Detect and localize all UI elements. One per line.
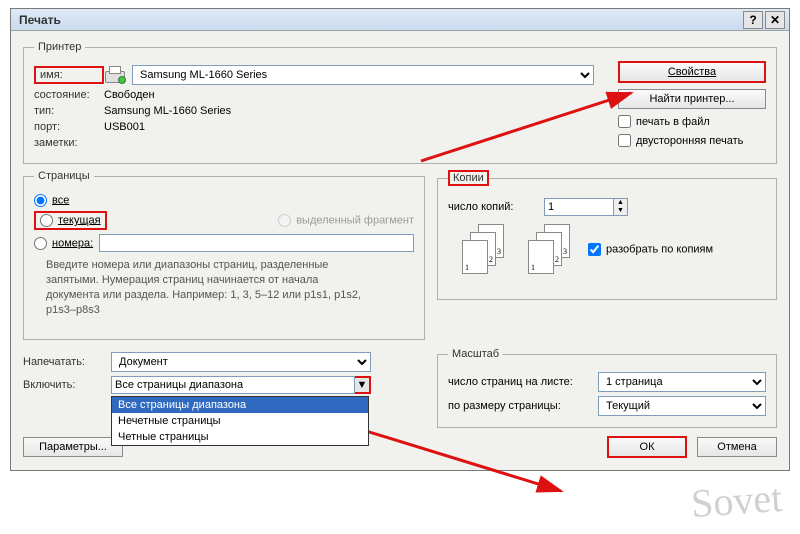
radio-selection: выделенный фрагмент <box>278 214 414 227</box>
duplex-checkbox[interactable]: двусторонняя печать <box>618 134 766 147</box>
printer-port-label: порт: <box>34 121 104 133</box>
pages-hint: Введите номера или диапазоны страниц, ра… <box>46 258 366 317</box>
include-option[interactable]: Все страницы диапазона <box>112 397 368 413</box>
radio-numbers[interactable]: номера: <box>34 237 93 250</box>
dialog-title: Печать <box>19 13 741 27</box>
include-select[interactable] <box>111 376 355 394</box>
close-button[interactable]: ✕ <box>765 11 785 29</box>
fit-to-page-select[interactable]: Текущий <box>598 396 766 416</box>
properties-button[interactable]: Свойства <box>618 61 766 83</box>
printer-name-label: имя: <box>34 66 104 84</box>
printer-type-label: тип: <box>34 105 104 117</box>
pages-per-sheet-label: число страниц на листе: <box>448 376 598 388</box>
print-dialog: Печать ? ✕ Принтер имя: Samsung ML-1660 … <box>10 8 790 471</box>
watermark: Sovet <box>689 474 783 527</box>
collate-preview-icon: 3 2 1 <box>456 224 506 274</box>
page-numbers-input[interactable] <box>99 234 414 252</box>
include-label: Включить: <box>23 379 111 391</box>
printer-name-select[interactable]: Samsung ML-1660 Series <box>132 65 594 85</box>
printer-type-value: Samsung ML-1660 Series <box>104 105 231 117</box>
cancel-button[interactable]: Отмена <box>697 437 777 457</box>
copies-group: Копии число копий: ▲▼ 3 2 1 3 <box>437 170 777 300</box>
include-option[interactable]: Четные страницы <box>112 429 368 445</box>
ok-button[interactable]: ОК <box>607 436 687 458</box>
copies-count-label: число копий: <box>448 201 544 213</box>
dropdown-arrow-icon[interactable]: ▼ <box>355 376 371 394</box>
find-printer-button[interactable]: Найти принтер... <box>618 89 766 109</box>
printer-port-value: USB001 <box>104 121 145 133</box>
scale-group: Масштаб число страниц на листе: 1 страни… <box>437 348 777 428</box>
printer-state-label: состояние: <box>34 89 104 101</box>
include-dropdown-list[interactable]: Все страницы диапазона Нечетные страницы… <box>111 396 369 446</box>
title-bar: Печать ? ✕ <box>11 9 789 31</box>
printer-group: Принтер имя: Samsung ML-1660 Series сост… <box>23 41 777 164</box>
radio-current[interactable]: текущая <box>34 211 107 230</box>
copies-count-input[interactable] <box>544 198 614 216</box>
print-to-file-checkbox[interactable]: печать в файл <box>618 115 766 128</box>
pages-group: Страницы все текущая выделенный фрагмент… <box>23 170 425 340</box>
help-button[interactable]: ? <box>743 11 763 29</box>
fit-to-page-label: по размеру страницы: <box>448 400 598 412</box>
parameters-button[interactable]: Параметры... <box>23 437 123 457</box>
printer-notes-label: заметки: <box>34 137 104 149</box>
print-what-label: Напечатать: <box>23 356 111 368</box>
pages-per-sheet-select[interactable]: 1 страница <box>598 372 766 392</box>
print-what-select[interactable]: Документ <box>111 352 371 372</box>
annotation-arrow <box>361 423 571 503</box>
printer-state-value: Свободен <box>104 89 155 101</box>
printer-legend: Принтер <box>34 41 85 53</box>
printer-icon <box>104 66 126 84</box>
collate-checkbox[interactable]: разобрать по копиям <box>588 243 713 256</box>
copies-legend: Копии <box>448 170 489 186</box>
pages-legend: Страницы <box>34 170 94 182</box>
radio-all[interactable]: все <box>34 194 69 207</box>
copies-spinner[interactable]: ▲▼ <box>614 198 628 216</box>
include-option[interactable]: Нечетные страницы <box>112 413 368 429</box>
scale-legend: Масштаб <box>448 348 503 360</box>
collate-preview-icon: 3 2 1 <box>522 224 572 274</box>
